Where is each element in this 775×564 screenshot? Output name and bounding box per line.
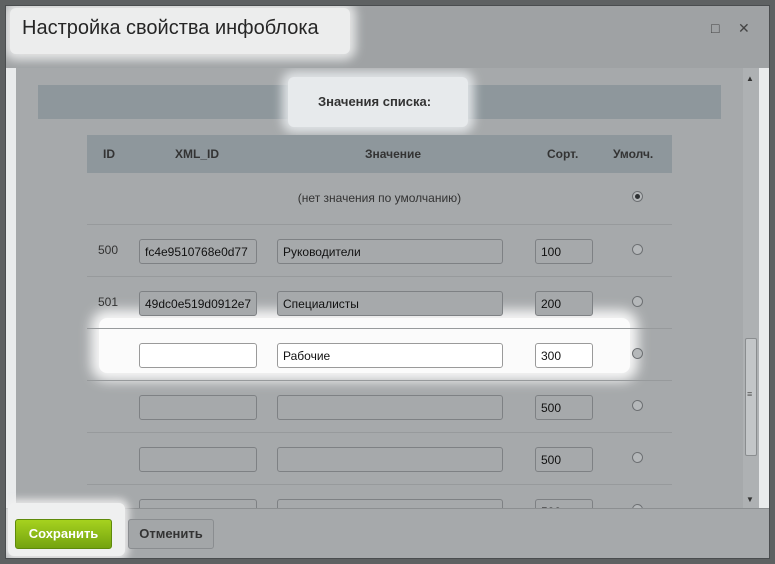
xml-id-input[interactable] [139,291,257,316]
maximize-icon[interactable]: □ [711,21,719,35]
value-input[interactable] [277,343,503,368]
xml-id-input[interactable] [139,343,257,368]
table-row: 501 [87,277,672,329]
column-header-xml-id: XML_ID [175,147,220,161]
default-radio[interactable] [632,244,643,255]
default-radio[interactable] [632,296,643,307]
dialog-titlebar[interactable]: Настройка свойства инфоблока □ ✕ [6,6,769,68]
default-radio[interactable] [632,400,643,411]
save-button[interactable]: Сохранить [15,519,112,549]
section-title: Значения списка: [318,94,432,109]
row-id: 501 [98,295,119,309]
table-row [87,485,672,508]
value-input[interactable] [277,447,503,472]
table-row-no-default: (нет значения по умолчанию) [87,173,672,225]
default-radio[interactable] [632,348,643,359]
table-row: 500 [87,225,672,277]
sort-input[interactable] [535,499,593,508]
scroll-up-icon[interactable]: ▲ [746,74,754,83]
column-header-sort: Сорт. [547,147,579,161]
sort-input[interactable] [535,291,593,316]
xml-id-input[interactable] [139,499,257,508]
scroll-down-icon[interactable]: ▼ [746,495,754,504]
value-input[interactable] [277,239,503,264]
value-input[interactable] [277,291,503,316]
iblock-property-dialog: Настройка свойства инфоблока □ ✕ Значени… [5,5,770,559]
column-header-id: ID [103,147,115,161]
table-row [87,381,672,433]
xml-id-input[interactable] [139,447,257,472]
xml-id-input[interactable] [139,239,257,264]
xml-id-input[interactable] [139,395,257,420]
table-header: ID XML_ID Значение Сорт. Умолч. [87,135,672,173]
dialog-content: Значения списка: ID XML_ID Значение Сорт… [16,68,743,508]
sort-input[interactable] [535,343,593,368]
table-row-highlighted [87,329,672,381]
default-radio[interactable] [632,452,643,463]
close-icon[interactable]: ✕ [738,21,750,35]
row-id: 500 [98,243,119,257]
table-row [87,433,672,485]
scrollbar-thumb[interactable]: ≡ [745,338,757,456]
sort-input[interactable] [535,239,593,264]
sort-input[interactable] [535,395,593,420]
sort-input[interactable] [535,447,593,472]
no-default-label: (нет значения по умолчанию) [297,191,462,205]
column-header-default: Умолч. [613,147,654,161]
cancel-button[interactable]: Отменить [128,519,214,549]
value-input[interactable] [277,395,503,420]
column-header-value: Значение [365,147,422,161]
grip-icon: ≡ [747,389,753,399]
dialog-title: Настройка свойства инфоблока [22,17,319,39]
vertical-scrollbar[interactable]: ▲ ≡ ▼ [743,68,759,508]
default-radio-none[interactable] [632,191,643,202]
value-input[interactable] [277,499,503,508]
